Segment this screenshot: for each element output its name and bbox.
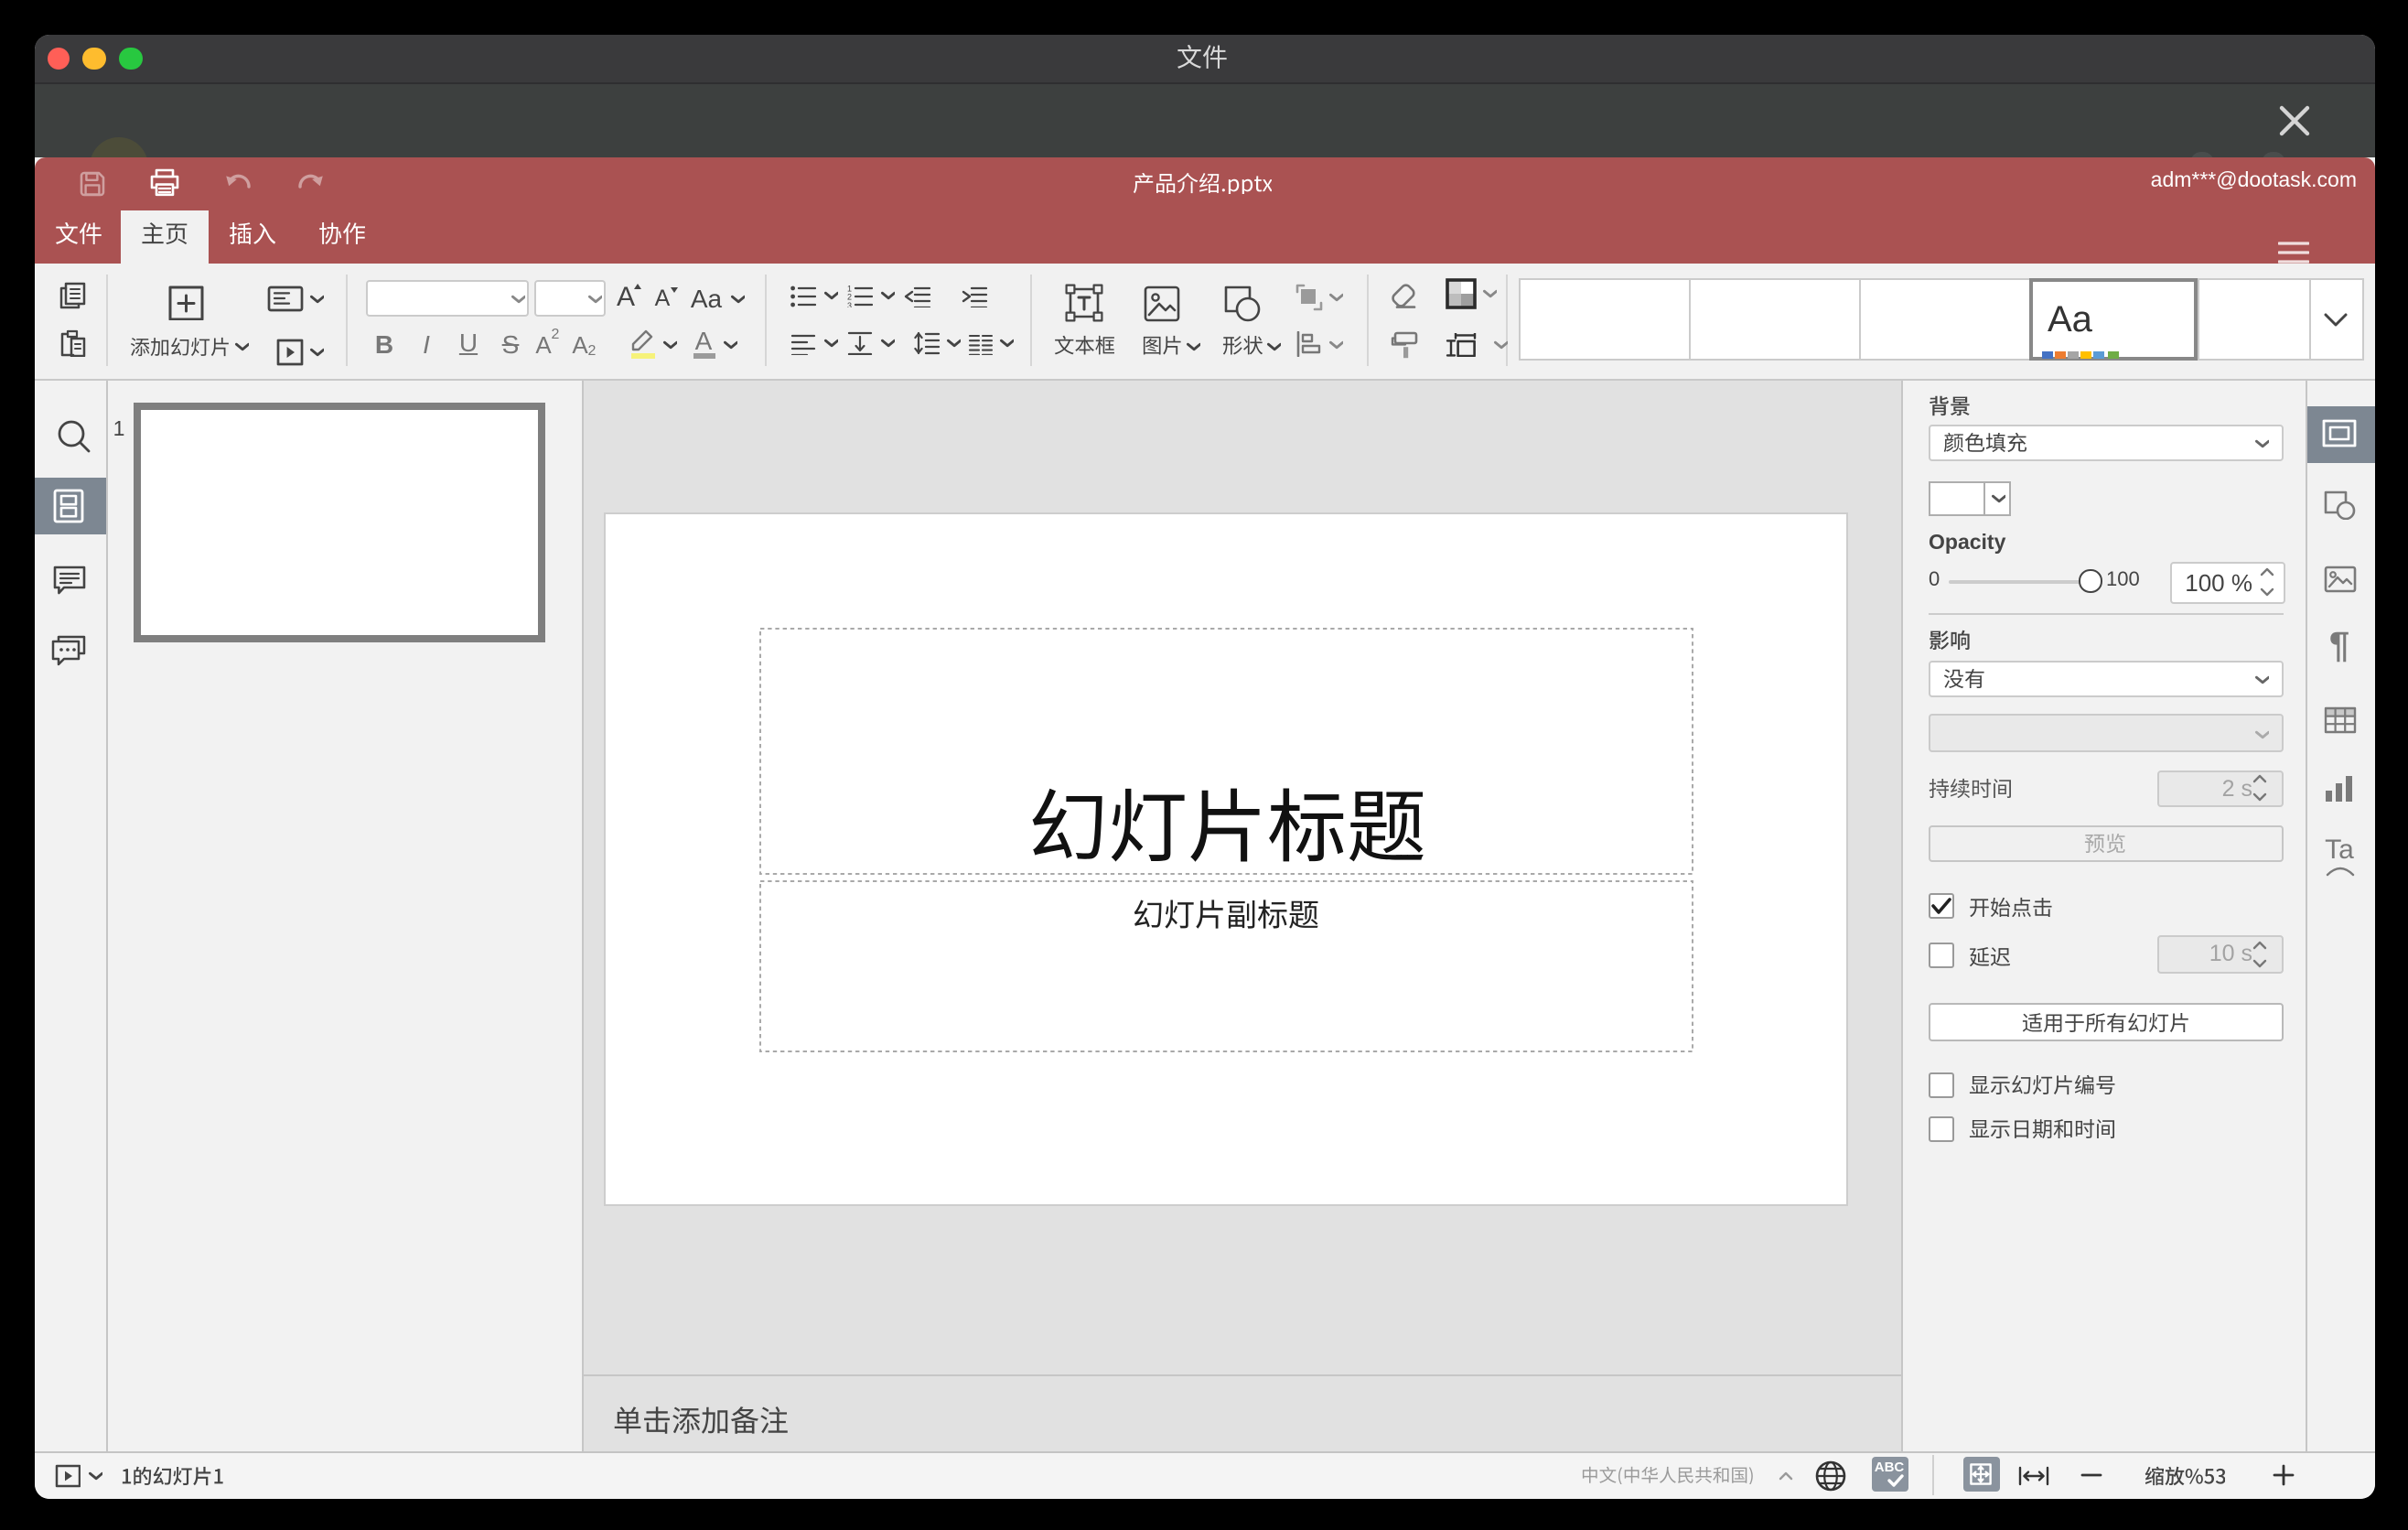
svg-text:3: 3 (847, 300, 852, 307)
